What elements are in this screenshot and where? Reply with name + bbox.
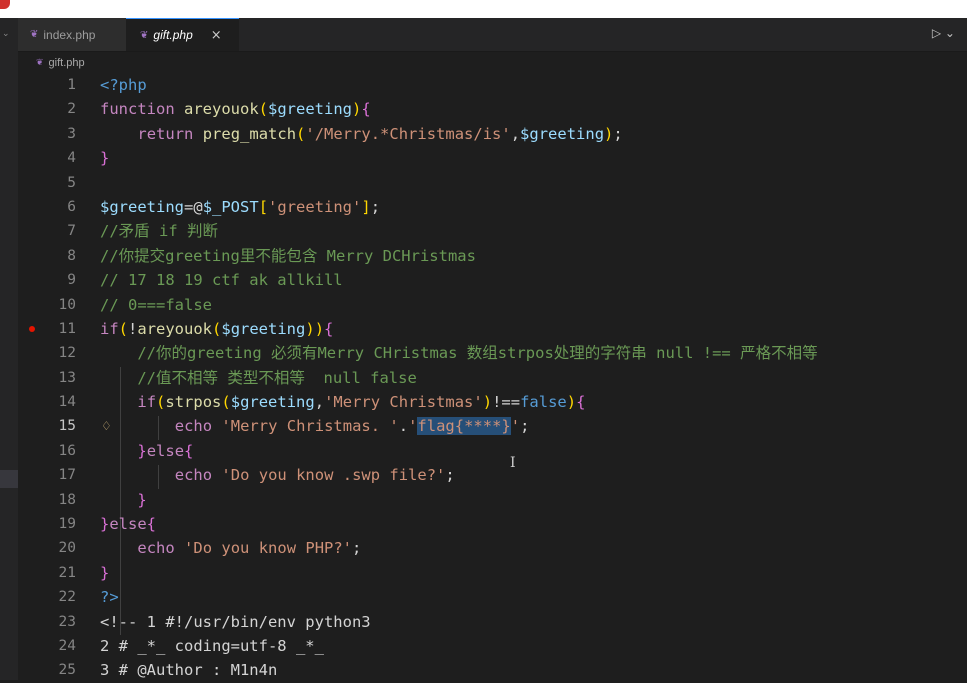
code-line[interactable]: 17 echo 'Do you know .swp file?'; — [18, 463, 967, 487]
code-text: echo 'Do you know .swp file?'; — [174, 466, 455, 485]
code-text: }else{ — [137, 441, 194, 460]
code-text: 3 # @Author : M1n4n — [100, 661, 278, 680]
php-elephant-icon: ❦ — [30, 29, 38, 40]
code-text: } — [137, 490, 147, 509]
code-line[interactable]: 14 if(strpos($greeting,'Merry Christmas'… — [18, 390, 967, 414]
code-text: $greeting=@$_POST['greeting']; — [100, 197, 381, 216]
breakpoint-icon[interactable] — [29, 325, 35, 332]
code-line[interactable]: 8 //你提交greeting里不能包含 Merry DCHristmas — [18, 244, 967, 268]
code-text: // 0===false — [100, 295, 212, 314]
line-number: 25 — [58, 662, 76, 679]
collapse-chevron-icon[interactable]: ⌄ — [2, 29, 10, 39]
code-text: //矛盾 if 判断 — [100, 222, 218, 241]
code-line[interactable]: 9 // 17 18 19 ctf ak allkill — [18, 268, 967, 292]
code-line[interactable]: 3 return preg_match('/Merry.*Christmas/i… — [18, 122, 967, 146]
code-text: if(strpos($greeting,'Merry Christmas')!=… — [137, 393, 586, 412]
code-editor[interactable]: 1 <?php 2 function areyouok($greeting){ 3 re… — [18, 73, 967, 683]
code-text: <?php — [100, 76, 147, 94]
code-text: <!-- 1 #!/usr/bin/env python3 — [100, 612, 371, 631]
code-text: echo 'Do you know PHP?'; — [137, 539, 362, 558]
tab-index-php[interactable]: ❦ index.php — [18, 18, 126, 51]
editor-tab-bar: ❦ index.php ❦ gift.php × ▷ ⌄ — [18, 18, 967, 52]
code-line[interactable]: 1 <?php — [18, 73, 967, 97]
line-number: 7 — [67, 223, 76, 240]
line-number: 19 — [58, 516, 76, 533]
code-line[interactable]: 13 //值不相等 类型不相等 null false — [18, 366, 967, 390]
line-number: 3 — [67, 125, 76, 142]
code-line[interactable]: 24 2 # _*_ coding=utf-8 _*_ — [18, 634, 967, 658]
php-elephant-icon: ❦ — [36, 58, 43, 68]
run-dropdown-button[interactable]: ▷ ⌄ — [932, 26, 955, 40]
code-line[interactable]: 21} — [18, 561, 967, 585]
code-text: 2 # _*_ coding=utf-8 _*_ — [100, 636, 324, 655]
tab-label: index.php — [43, 27, 96, 42]
line-number: 5 — [67, 174, 76, 191]
code-line[interactable]: 15 ♢ echo 'Merry Christmas. '.'flag{****}… — [18, 414, 967, 438]
code-line[interactable]: 23 <!-- 1 #!/usr/bin/env python3 — [18, 610, 967, 634]
code-line[interactable]: 4} — [18, 146, 967, 170]
breadcrumb-file: gift.php — [48, 57, 85, 69]
code-text: ?> — [100, 588, 119, 607]
line-number: 8 — [67, 247, 76, 264]
code-text: echo 'Merry Christmas. '.'flag{****}'; — [174, 417, 530, 436]
code-line[interactable]: 5 — [18, 171, 967, 195]
mouse-text-cursor-icon: I — [510, 455, 516, 471]
code-line[interactable]: 11 if(!areyouok($greeting)){ — [18, 317, 967, 341]
line-number: 4 — [67, 150, 76, 167]
code-line[interactable]: 7 //矛盾 if 判断 — [18, 219, 967, 243]
tab-gift-php[interactable]: ❦ gift.php × — [126, 18, 239, 51]
code-text: return preg_match('/Merry.*Christmas/is'… — [137, 124, 623, 143]
line-number: 6 — [67, 198, 76, 215]
code-text: }else{ — [100, 515, 157, 534]
line-number: 13 — [58, 369, 76, 386]
line-number: 2 — [67, 101, 76, 118]
line-number: 21 — [58, 564, 76, 581]
code-line[interactable]: 6 $greeting=@$_POST['greeting']; — [18, 195, 967, 219]
line-number: 23 — [58, 613, 76, 630]
code-text: //值不相等 类型不相等 null false — [137, 368, 417, 387]
line-number: 22 — [58, 589, 76, 606]
code-line[interactable]: 19 }else{ — [18, 512, 967, 536]
window-top-strip — [0, 0, 967, 18]
line-number: 9 — [67, 272, 76, 289]
app-corner-mark — [0, 0, 10, 9]
code-line[interactable]: 25 3 # @Author : M1n4n — [18, 658, 967, 682]
line-number: 15 — [58, 418, 76, 435]
line-number: 12 — [58, 345, 76, 362]
line-number: 20 — [58, 540, 76, 557]
code-text: } — [100, 563, 110, 582]
tab-label: gift.php — [153, 28, 193, 42]
explorer-highlight — [0, 470, 18, 488]
line-number: 18 — [58, 491, 76, 508]
code-text: function areyouok($greeting){ — [100, 100, 371, 119]
line-number: 14 — [58, 394, 76, 411]
code-line[interactable]: 20 echo 'Do you know PHP?'; — [18, 536, 967, 560]
breadcrumb[interactable]: ❦ gift.php — [36, 54, 85, 72]
line-number: 11 — [58, 320, 76, 337]
line-number: 1 — [67, 77, 76, 93]
code-line[interactable]: 22 ?> — [18, 585, 967, 609]
line-number: 17 — [58, 467, 76, 484]
code-text: //你提交greeting里不能包含 Merry DCHristmas — [100, 246, 476, 265]
code-text: // 17 18 19 ctf ak allkill — [100, 271, 343, 290]
code-line[interactable]: 18 } — [18, 488, 967, 512]
code-line[interactable]: 12 //你的greeting 必须有Merry CHristmas 数组str… — [18, 341, 967, 365]
code-line[interactable]: 2 function areyouok($greeting){ — [18, 97, 967, 121]
code-text: if(!areyouok($greeting)){ — [100, 319, 334, 338]
close-icon[interactable]: × — [211, 28, 222, 43]
code-text: //你的greeting 必须有Merry CHristmas 数组strpos… — [137, 344, 818, 363]
activity-bar: ⌄ — [0, 18, 18, 680]
code-line[interactable]: 10 // 0===false — [18, 293, 967, 317]
line-number: 10 — [58, 296, 76, 313]
php-elephant-icon: ❦ — [140, 29, 148, 41]
code-line[interactable]: 16 }else{ — [18, 439, 967, 463]
line-number: 16 — [58, 442, 76, 459]
line-number: 24 — [58, 637, 76, 654]
code-text: } — [100, 149, 110, 168]
